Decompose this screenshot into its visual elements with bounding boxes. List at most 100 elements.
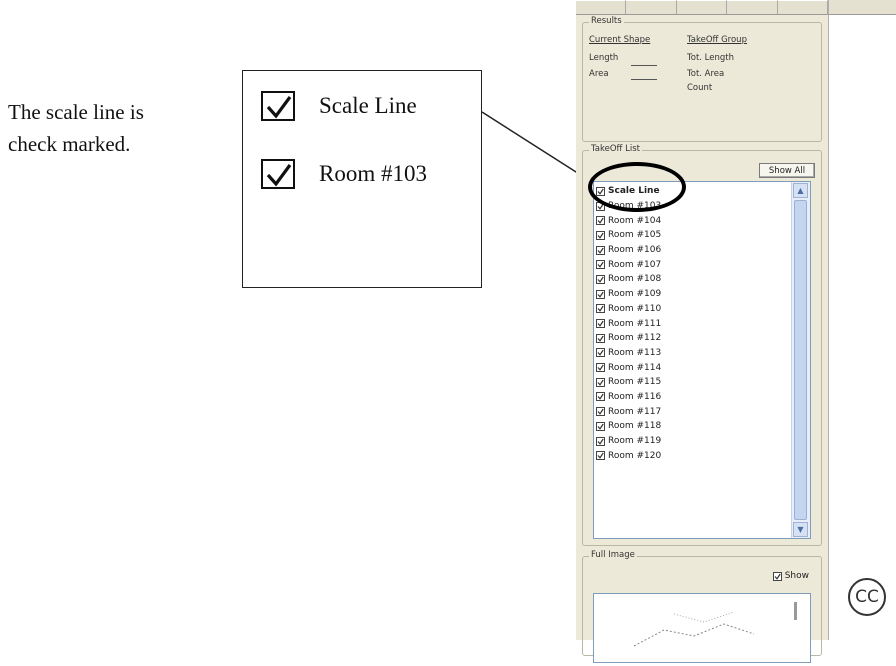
takeoff-list-group: TakeOff List Show All Scale Line Room #10… [582, 144, 822, 546]
takeoff-side-panel: Results Current Shape TakeOff Group Leng… [576, 0, 829, 663]
results-group: Results Current Shape TakeOff Group Leng… [582, 16, 822, 142]
checkbox-icon[interactable] [596, 333, 605, 343]
panel-tab[interactable] [676, 0, 728, 14]
checkbox-icon[interactable] [596, 377, 605, 387]
takeoff-list-item[interactable]: Room #113 [596, 346, 788, 361]
checkbox-icon[interactable] [596, 304, 605, 314]
takeoff-item-label: Room #106 [608, 245, 662, 256]
area-label: Area [589, 69, 609, 79]
takeoff-list-item[interactable]: Room #120 [596, 448, 788, 463]
takeoff-list-item[interactable]: Room #112 [596, 331, 788, 346]
callout-row-scale-line: Scale Line [261, 91, 417, 121]
checkbox-icon[interactable] [596, 274, 605, 284]
takeoff-list-item[interactable]: Room #106 [596, 243, 788, 258]
takeoff-list-item[interactable]: Room #103 [596, 199, 788, 214]
takeoff-list-item[interactable]: Room #117 [596, 404, 788, 419]
takeoff-item-label: Room #108 [608, 274, 662, 285]
takeoff-item-label: Room #107 [608, 259, 662, 270]
takeoff-item-label: Room #119 [608, 436, 662, 447]
cc-badge: CC [848, 578, 886, 616]
checkbox-icon[interactable] [596, 289, 605, 299]
checkbox-icon[interactable] [596, 421, 605, 431]
length-label: Length [589, 53, 619, 63]
full-image-group: Full Image Show [582, 550, 822, 663]
takeoff-item-label: Scale Line [608, 186, 660, 197]
panel-tab[interactable] [777, 0, 829, 14]
caption-line-1: The scale line is [8, 100, 144, 124]
checkbox-icon[interactable] [596, 451, 605, 461]
checkbox-icon[interactable] [596, 407, 605, 417]
area-value [631, 79, 657, 80]
takeoff-item-label: Room #117 [608, 406, 662, 417]
checkbox-icon[interactable] [596, 392, 605, 402]
full-image-title: Full Image [589, 550, 637, 560]
panel-tab-strip [576, 0, 829, 15]
show-all-button[interactable]: Show All [759, 163, 815, 178]
takeoff-list-item[interactable]: Room #114 [596, 360, 788, 375]
checkbox-icon[interactable] [596, 348, 605, 358]
takeoff-list-item[interactable]: Scale Line [596, 184, 788, 199]
takeoff-list-title: TakeOff List [589, 144, 642, 154]
panel-tab[interactable] [727, 0, 778, 14]
checkbox-icon[interactable] [596, 260, 605, 270]
takeoff-item-label: Room #114 [608, 362, 662, 373]
takeoff-item-label: Room #116 [608, 391, 662, 402]
checkbox-icon[interactable] [772, 571, 782, 581]
takeoff-item-label: Room #111 [608, 318, 662, 329]
takeoff-group-link[interactable]: TakeOff Group [687, 35, 747, 45]
takeoff-item-label: Room #105 [608, 230, 662, 241]
scroll-thumb[interactable] [794, 200, 807, 520]
length-value [631, 65, 657, 66]
show-checkbox[interactable]: Show [772, 571, 809, 581]
checkbox-icon[interactable] [596, 319, 605, 329]
takeoff-list-item[interactable]: Room #116 [596, 390, 788, 405]
full-image-preview[interactable] [593, 593, 811, 663]
takeoff-item-label: Room #113 [608, 347, 662, 358]
checkmark-icon [261, 91, 295, 121]
takeoff-list-item[interactable]: Room #109 [596, 287, 788, 302]
count-label: Count [687, 83, 713, 93]
checkbox-icon[interactable] [596, 216, 605, 226]
takeoff-item-label: Room #112 [608, 333, 662, 344]
takeoff-list-item[interactable]: Room #110 [596, 302, 788, 317]
takeoff-list-item[interactable]: Room #105 [596, 228, 788, 243]
callout-box: Scale Line Room #103 [242, 70, 482, 288]
panel-tab[interactable] [626, 0, 677, 14]
checkbox-icon[interactable] [596, 201, 605, 211]
takeoff-item-label: Room #104 [608, 215, 662, 226]
checkbox-icon[interactable] [596, 363, 605, 373]
drawing-canvas[interactable] [828, 0, 896, 640]
takeoff-list-item[interactable]: Room #111 [596, 316, 788, 331]
scroll-down-icon[interactable]: ▼ [793, 522, 808, 537]
takeoff-item-label: Room #110 [608, 303, 662, 314]
plan-thumbnail-icon [633, 602, 797, 647]
caption-line-2: check marked. [8, 132, 131, 156]
current-shape-link[interactable]: Current Shape [589, 35, 650, 45]
canvas-toolbar [829, 0, 896, 15]
checkbox-icon[interactable] [596, 245, 605, 255]
results-title: Results [589, 16, 624, 26]
show-label: Show [784, 571, 809, 581]
callout-row-room-103: Room #103 [261, 159, 427, 189]
vertical-scrollbar[interactable]: ▲ ▼ [791, 182, 810, 538]
tot-area-label: Tot. Area [687, 69, 725, 79]
checkbox-icon[interactable] [596, 186, 605, 196]
takeoff-listbox[interactable]: Scale Line Room #103 Room #104 Room #105 Roo… [593, 181, 811, 539]
tot-length-label: Tot. Length [687, 53, 735, 63]
takeoff-item-label: Room #103 [608, 201, 662, 212]
checkbox-icon[interactable] [596, 436, 605, 446]
takeoff-list-item[interactable]: Room #104 [596, 213, 788, 228]
scroll-up-icon[interactable]: ▲ [793, 183, 808, 198]
takeoff-item-label: Room #115 [608, 377, 662, 388]
panel-tab[interactable] [576, 0, 627, 14]
takeoff-list-item[interactable]: Room #107 [596, 257, 788, 272]
takeoff-item-label: Room #120 [608, 450, 662, 461]
takeoff-list-item[interactable]: Room #119 [596, 434, 788, 449]
takeoff-list-item[interactable]: Room #118 [596, 419, 788, 434]
checkmark-icon [261, 159, 295, 189]
checkbox-icon[interactable] [596, 230, 605, 240]
takeoff-list-item[interactable]: Room #115 [596, 375, 788, 390]
takeoff-item-label: Room #118 [608, 421, 662, 432]
takeoff-list-item[interactable]: Room #108 [596, 272, 788, 287]
callout-label-scale-line: Scale Line [319, 93, 417, 118]
